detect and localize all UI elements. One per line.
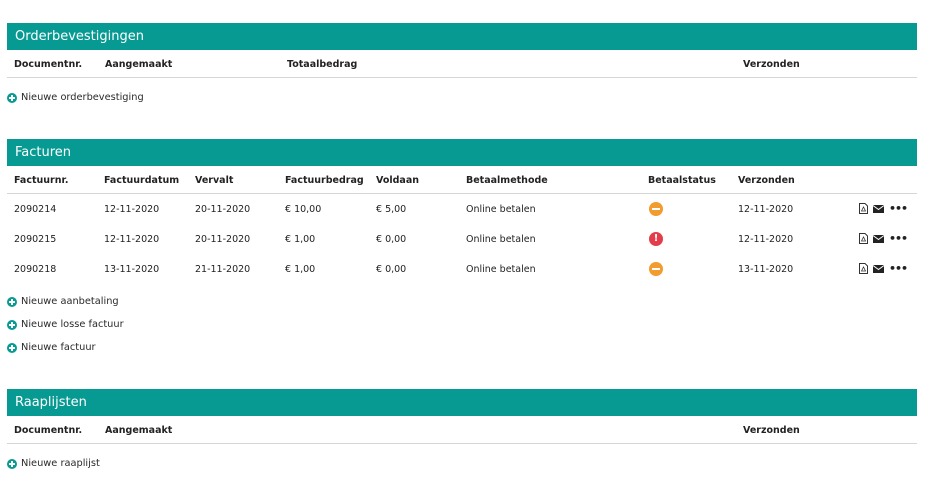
add-orderbevestiging-label: Nieuwe orderbevestiging <box>21 92 144 103</box>
invoice-sent: 12-11-2020 <box>738 204 794 215</box>
picklists-column-header: Documentnr. Aangemaakt Verzonden <box>7 416 917 444</box>
col-documentnr: Documentnr. <box>14 425 83 436</box>
partial-status-icon <box>649 262 663 276</box>
plus-circle-icon <box>7 319 17 330</box>
col-verzonden: Verzonden <box>738 175 795 186</box>
plus-circle-icon <box>7 342 17 353</box>
col-factuurbedrag: Factuurbedrag <box>285 175 364 186</box>
row-actions: ••• <box>859 203 908 214</box>
invoice-nr: 2090215 <box>14 234 57 245</box>
col-totaalbedrag: Totaalbedrag <box>287 59 358 70</box>
pdf-icon[interactable] <box>859 203 868 214</box>
plus-circle-icon <box>7 458 17 469</box>
mail-icon[interactable] <box>873 234 884 243</box>
partial-status-icon <box>649 202 663 216</box>
table-row[interactable]: 2090214 12-11-2020 20-11-2020 € 10,00 € … <box>7 194 917 224</box>
invoice-due: 20-11-2020 <box>195 234 251 245</box>
invoice-paid: € 0,00 <box>376 264 407 275</box>
col-documentnr: Documentnr. <box>14 59 83 70</box>
invoice-date: 12-11-2020 <box>104 234 160 245</box>
orders-header: Orderbevestigingen <box>7 23 917 50</box>
invoice-nr: 2090214 <box>14 204 57 215</box>
invoice-paid: € 5,00 <box>376 204 407 215</box>
col-factuurnr: Factuurnr. <box>14 175 69 186</box>
invoice-method: Online betalen <box>466 234 536 245</box>
invoice-amount: € 1,00 <box>285 264 316 275</box>
col-vervalt: Vervalt <box>195 175 234 186</box>
table-row[interactable]: 2090215 12-11-2020 20-11-2020 € 1,00 € 0… <box>7 224 917 254</box>
col-verzonden: Verzonden <box>743 59 800 70</box>
pdf-icon[interactable] <box>859 263 868 274</box>
col-voldaan: Voldaan <box>376 175 420 186</box>
col-aangemaakt: Aangemaakt <box>105 59 173 70</box>
invoice-nr: 2090218 <box>14 264 57 275</box>
invoice-method: Online betalen <box>466 264 536 275</box>
invoice-amount: € 1,00 <box>285 234 316 245</box>
invoice-date: 12-11-2020 <box>104 204 160 215</box>
col-verzonden: Verzonden <box>743 425 800 436</box>
invoices-header: Facturen <box>7 139 917 166</box>
picklists-section: Raaplijsten Documentnr. Aangemaakt Verzo… <box>7 389 917 444</box>
error-status-icon: ! <box>649 232 663 246</box>
add-raaplijst-link[interactable]: Nieuwe raaplijst <box>7 458 100 469</box>
table-row[interactable]: 2090218 13-11-2020 21-11-2020 € 1,00 € 0… <box>7 254 917 284</box>
add-losse-factuur-link[interactable]: Nieuwe losse factuur <box>7 319 124 330</box>
invoices-column-header: Factuurnr. Factuurdatum Vervalt Factuurb… <box>7 166 917 194</box>
col-aangemaakt: Aangemaakt <box>105 425 173 436</box>
add-factuur-label: Nieuwe factuur <box>21 342 96 353</box>
col-betaalstatus: Betaalstatus <box>648 175 716 186</box>
plus-circle-icon <box>7 296 17 307</box>
row-actions: ••• <box>859 263 908 274</box>
plus-circle-icon <box>7 92 17 103</box>
more-options-icon[interactable]: ••• <box>889 263 908 274</box>
invoice-amount: € 10,00 <box>285 204 322 215</box>
invoices-section: Facturen Factuurnr. Factuurdatum Vervalt… <box>7 139 917 284</box>
more-options-icon[interactable]: ••• <box>889 203 908 214</box>
add-orderbevestiging-link[interactable]: Nieuwe orderbevestiging <box>7 92 144 103</box>
add-factuur-link[interactable]: Nieuwe factuur <box>7 342 96 353</box>
invoice-paid: € 0,00 <box>376 234 407 245</box>
invoice-date: 13-11-2020 <box>104 264 160 275</box>
invoice-sent: 13-11-2020 <box>738 264 794 275</box>
pdf-icon[interactable] <box>859 233 868 244</box>
row-actions: ••• <box>859 233 908 244</box>
invoice-method: Online betalen <box>466 204 536 215</box>
picklists-header: Raaplijsten <box>7 389 917 416</box>
orders-column-header: Documentnr. Aangemaakt Totaalbedrag Verz… <box>7 50 917 78</box>
invoice-due: 20-11-2020 <box>195 204 251 215</box>
col-betaalmethode: Betaalmethode <box>466 175 548 186</box>
add-losse-factuur-label: Nieuwe losse factuur <box>21 319 124 330</box>
add-raaplijst-label: Nieuwe raaplijst <box>21 458 100 469</box>
mail-icon[interactable] <box>873 204 884 213</box>
add-aanbetaling-label: Nieuwe aanbetaling <box>21 296 119 307</box>
invoice-sent: 12-11-2020 <box>738 234 794 245</box>
add-aanbetaling-link[interactable]: Nieuwe aanbetaling <box>7 296 119 307</box>
col-factuurdatum: Factuurdatum <box>104 175 180 186</box>
mail-icon[interactable] <box>873 264 884 273</box>
invoice-due: 21-11-2020 <box>195 264 251 275</box>
more-options-icon[interactable]: ••• <box>889 233 908 244</box>
orders-section: Orderbevestigingen Documentnr. Aangemaak… <box>7 23 917 78</box>
